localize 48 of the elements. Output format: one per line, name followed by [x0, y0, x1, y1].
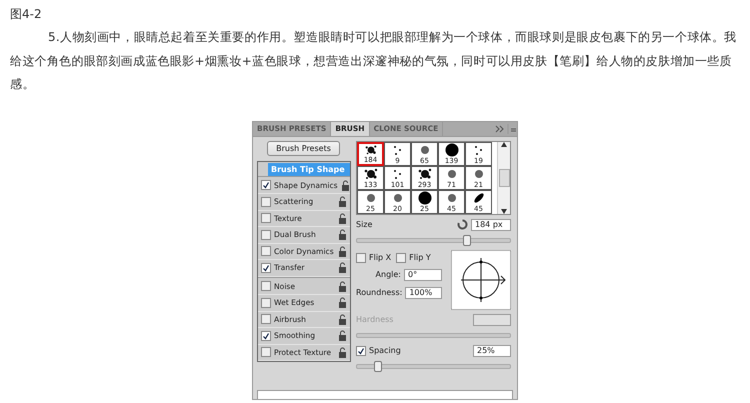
- brush-angle-preview-drawing: [451, 250, 511, 310]
- lock-icon: [338, 280, 347, 292]
- lock-icon: [338, 346, 347, 358]
- lock-icon: [338, 196, 347, 208]
- hardness-field[interactable]: [473, 314, 511, 326]
- reset-icon: [457, 219, 468, 230]
- lock-icon: [340, 180, 350, 191]
- angle-field[interactable]: 0°: [404, 268, 442, 280]
- checkbox[interactable]: [261, 298, 271, 308]
- checkbox[interactable]: [261, 347, 271, 358]
- checkbox[interactable]: [356, 346, 366, 356]
- slider-thumb[interactable]: [374, 360, 382, 372]
- checkbox[interactable]: [261, 180, 271, 190]
- lock-icon: [338, 262, 347, 274]
- slider-thumb[interactable]: [462, 234, 471, 246]
- checkbox[interactable]: [261, 196, 271, 207]
- checkbox[interactable]: [261, 314, 271, 324]
- size-field[interactable]: 184 px: [471, 218, 511, 230]
- angle-label: Angle:: [376, 270, 401, 279]
- flip-label[interactable]: Flip X: [369, 253, 392, 262]
- paragraph: 5.人物刻画中，眼睛总起着至关重要的作用。塑造眼睛时可以把眼部理解为一个球体，而眼球则是眼皮包裹下的另一个球体。我给这个角色的眼部刻画成蓝色眼影+烟熏妆+蓝色眼球，想营造出深邃神秘的气氛，同时可以用皮肤【笔刷】给人物的皮肤增加一些质感。: [10, 29, 738, 93]
- checkbox[interactable]: [261, 230, 271, 240]
- lock-icon: [338, 314, 347, 325]
- lock-icon: [338, 297, 347, 308]
- scroll-thumb[interactable]: [498, 168, 510, 186]
- scroll-down-icon[interactable]: [501, 208, 507, 214]
- checkbox[interactable]: [356, 252, 366, 262]
- roundness-field[interactable]: 100%: [405, 286, 442, 298]
- hardness-label: Hardness: [356, 315, 394, 324]
- checkbox[interactable]: [261, 281, 271, 292]
- roundness-label: Roundness:: [356, 288, 402, 297]
- checkbox[interactable]: [261, 330, 271, 341]
- lock-icon: [338, 246, 347, 257]
- checkbox[interactable]: [396, 252, 406, 262]
- checkbox[interactable]: [261, 213, 271, 224]
- size-label: Size: [356, 220, 372, 229]
- lock-icon: [338, 212, 347, 224]
- checkbox[interactable]: [261, 262, 271, 273]
- brush-presets-button[interactable]: Brush Presets: [267, 140, 340, 156]
- lock-icon: [338, 229, 347, 240]
- spacing-label[interactable]: Spacing: [369, 346, 401, 355]
- spacing-field[interactable]: 25%: [473, 344, 511, 356]
- lock-icon: [338, 330, 347, 342]
- scrollbar[interactable]: [497, 142, 510, 214]
- figure-label: 图4-2: [10, 6, 43, 23]
- flip-label[interactable]: Flip Y: [409, 253, 431, 262]
- scroll-up-icon[interactable]: [501, 142, 507, 146]
- checkbox[interactable]: [261, 246, 271, 256]
